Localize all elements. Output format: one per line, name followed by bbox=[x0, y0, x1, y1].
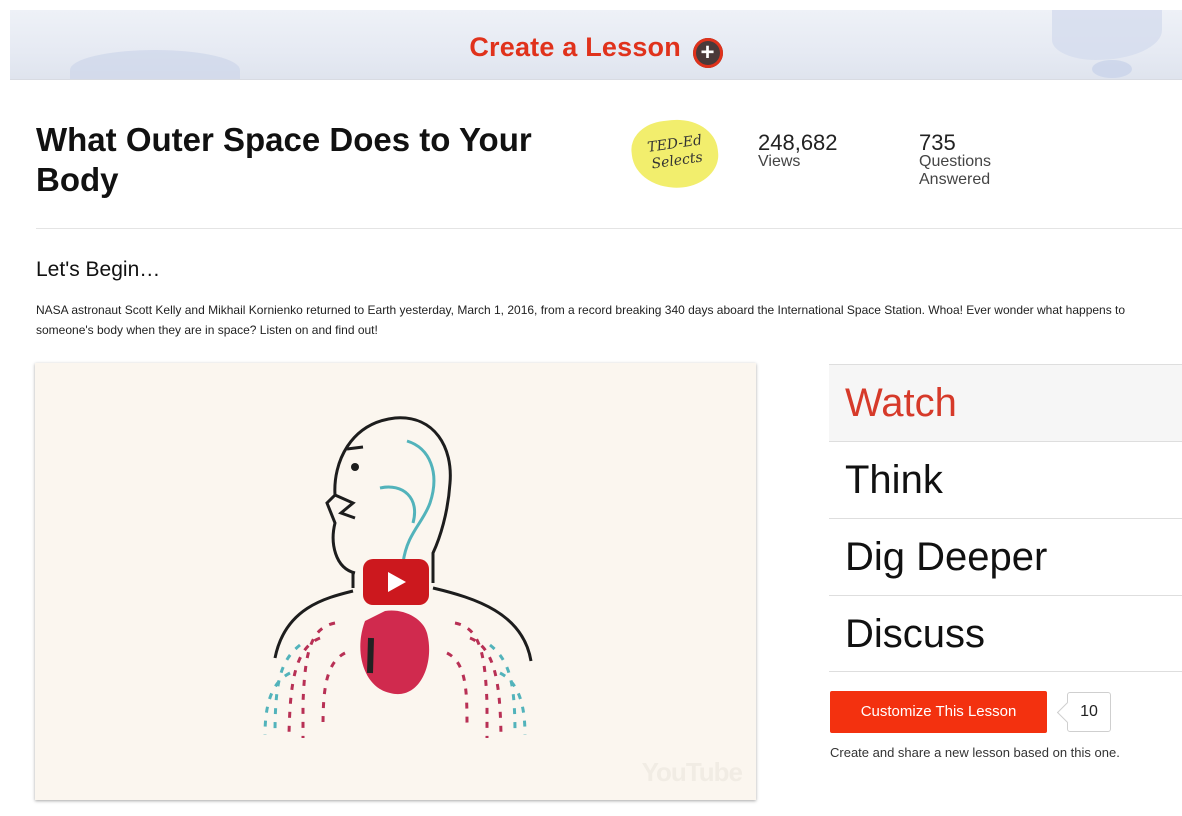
youtube-play-icon[interactable] bbox=[363, 559, 429, 605]
create-lesson-banner[interactable]: Create a Lesson + bbox=[10, 10, 1182, 80]
tab-think[interactable]: Think bbox=[829, 441, 1182, 518]
plus-circle-icon: + bbox=[692, 38, 723, 68]
tab-watch[interactable]: Watch bbox=[829, 364, 1182, 441]
tab-discuss[interactable]: Discuss bbox=[829, 595, 1182, 672]
create-lesson-link[interactable]: Create a Lesson + bbox=[10, 32, 1182, 68]
section-heading: Let's Begin… bbox=[36, 258, 161, 281]
video-player[interactable]: YouTube bbox=[35, 363, 756, 800]
lesson-description: NASA astronaut Scott Kelly and Mikhail K… bbox=[36, 303, 1126, 337]
views-label: Views bbox=[758, 153, 801, 170]
lesson-tabs: Watch Think Dig Deeper Discuss bbox=[829, 364, 1182, 672]
customize-lesson-button[interactable]: Customize This Lesson bbox=[830, 691, 1047, 733]
play-triangle-icon bbox=[388, 572, 406, 592]
create-lesson-label: Create a Lesson bbox=[469, 32, 681, 62]
lesson-title: What Outer Space Does to Your Body bbox=[36, 121, 532, 198]
customize-note: Create and share a new lesson based on t… bbox=[830, 745, 1120, 760]
tab-dig-deeper[interactable]: Dig Deeper bbox=[829, 518, 1182, 595]
youtube-watermark[interactable]: YouTube bbox=[642, 757, 743, 788]
divider bbox=[36, 228, 1182, 229]
questions-label-line1: Questions bbox=[919, 153, 992, 170]
questions-label-line2: Answered bbox=[919, 171, 991, 188]
customize-count-badge: 10 bbox=[1067, 692, 1111, 732]
